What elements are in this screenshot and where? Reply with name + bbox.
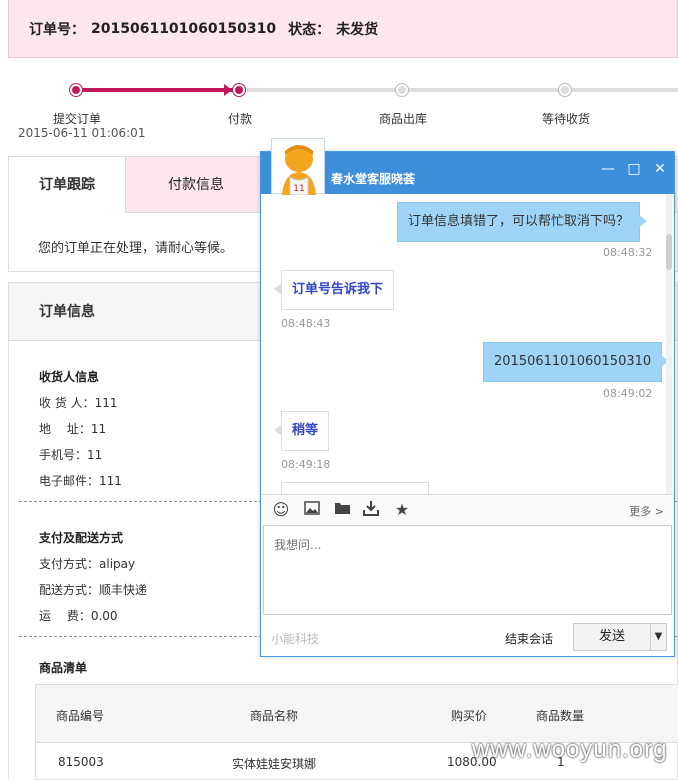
agent-avatar: 11 — [271, 138, 325, 196]
order-status: 未发货 — [336, 21, 379, 38]
tab-payment-info[interactable]: 付款信息 — [126, 157, 266, 213]
chat-footer: 小能科技 结束会话 发送 ▼ — [261, 618, 674, 656]
watermark: www.wooyun.org — [472, 736, 668, 763]
send-button[interactable]: 发送 — [573, 623, 651, 651]
order-number: 2015061101060150310 — [91, 20, 277, 37]
svg-text:11: 11 — [293, 184, 304, 194]
chat-message-input[interactable] — [263, 525, 672, 615]
col-header-sku: 商品编号 — [56, 709, 105, 723]
receiver-phone: 手机号：11 — [39, 448, 103, 462]
download-icon[interactable] — [361, 500, 381, 520]
step-label-pay: 付款 — [228, 112, 253, 126]
message-bubble-incoming: 稍等 — [273, 411, 330, 451]
step-dot-submit — [70, 84, 82, 96]
message-time: 08:49:18 — [281, 458, 331, 471]
step-dot-outbound — [396, 84, 408, 96]
progress-todo-line — [240, 88, 678, 92]
delivery-section-title: 支付及配送方式 — [39, 531, 124, 545]
receiver-name: 收 货 人：111 — [39, 396, 118, 410]
goods-section-title: 商品清单 — [39, 661, 88, 675]
col-header-price: 购买价 — [451, 709, 488, 723]
submit-time: 2015-06-11 01:06:01 — [18, 126, 146, 140]
order-number-label: 订单号： — [29, 21, 85, 38]
chat-title-bar[interactable]: 11 春水堂客服晓荟 — □ ✕ — [261, 138, 674, 196]
message-time: 08:49:02 — [603, 387, 653, 400]
receiver-email: 电子邮件：111 — [39, 474, 122, 488]
chat-scrollbar-thumb[interactable] — [666, 234, 672, 270]
folder-icon[interactable] — [332, 500, 352, 520]
payment-method: 支付方式：alipay — [39, 557, 136, 571]
star-icon[interactable]: ★ — [392, 500, 412, 520]
goods-sku: 815003 — [58, 755, 104, 769]
message-bubble-incoming-partial — [281, 482, 429, 494]
progress-arrow-icon — [224, 84, 232, 96]
step-label-outbound: 商品出库 — [379, 112, 428, 126]
message-time: 08:48:43 — [281, 317, 331, 330]
message-time: 08:48:32 — [603, 246, 653, 259]
receiver-section-title: 收货人信息 — [39, 370, 100, 384]
shipping-method: 配送方式：顺丰快递 — [39, 583, 148, 597]
send-options-dropdown-icon[interactable]: ▼ — [651, 623, 667, 651]
tracking-message: 您的订单正在处理，请耐心等候。 — [38, 241, 234, 256]
emoji-icon[interactable]: ☺ — [271, 500, 291, 520]
order-status-label: 状态： — [288, 21, 331, 38]
maximize-icon[interactable]: □ — [625, 160, 643, 178]
goods-table: 商品编号 商品名称 购买价 商品数量 815003 实体娃娃安琪娜 1080.0… — [35, 684, 678, 780]
tab-order-tracking[interactable]: 订单跟踪 — [9, 157, 126, 213]
more-link[interactable]: 更多 > — [629, 503, 664, 519]
receiver-address: 地 址：11 — [39, 422, 107, 436]
col-header-qty: 商品数量 — [536, 709, 585, 723]
message-bubble-outgoing: 订单信息填错了，可以帮忙取消下吗？ — [397, 202, 648, 242]
goods-name[interactable]: 实体娃娃安琪娜 — [232, 755, 316, 772]
chat-message-list[interactable]: 订单信息填错了，可以帮忙取消下吗？ 08:48:32 订单号告诉我下 08:48… — [261, 194, 674, 494]
end-session-button[interactable]: 结束会话 — [505, 630, 553, 647]
step-dot-receive — [559, 84, 571, 96]
agent-avatar-icon: 11 — [282, 145, 316, 196]
message-bubble-outgoing: 2015061101060150310 — [483, 342, 670, 382]
goods-table-header: 商品编号 商品名称 购买价 商品数量 — [36, 685, 678, 743]
image-icon[interactable] — [302, 500, 322, 520]
close-icon[interactable]: ✕ — [651, 160, 669, 178]
shipping-fee: 运 费：0.00 — [39, 609, 118, 623]
chat-toolbar: ☺ ★ 更多 > — [261, 494, 674, 524]
step-dot-pay — [233, 84, 245, 96]
order-page: 订单号： 2015061101060150310 状态： 未发货 提交订单 付款… — [0, 0, 678, 780]
customer-service-chat-window: 11 春水堂客服晓荟 — □ ✕ 订单信息填错了，可以帮忙取消下吗？ 08:48… — [260, 138, 675, 657]
chat-title: 春水堂客服晓荟 — [331, 172, 416, 186]
col-header-name: 商品名称 — [250, 709, 299, 723]
provider-brand: 小能科技 — [271, 632, 320, 646]
step-label-submit: 提交订单 — [53, 112, 102, 126]
message-bubble-incoming: 订单号告诉我下 — [273, 270, 395, 310]
step-label-receive: 等待收货 — [542, 112, 591, 126]
progress-done-line — [76, 88, 238, 92]
minimize-icon[interactable]: — — [599, 160, 617, 178]
order-progress: 提交订单 付款 商品出库 等待收货 2015-06-11 01:06:01 — [0, 60, 678, 150]
order-header: 订单号： 2015061101060150310 状态： 未发货 — [8, 0, 678, 58]
